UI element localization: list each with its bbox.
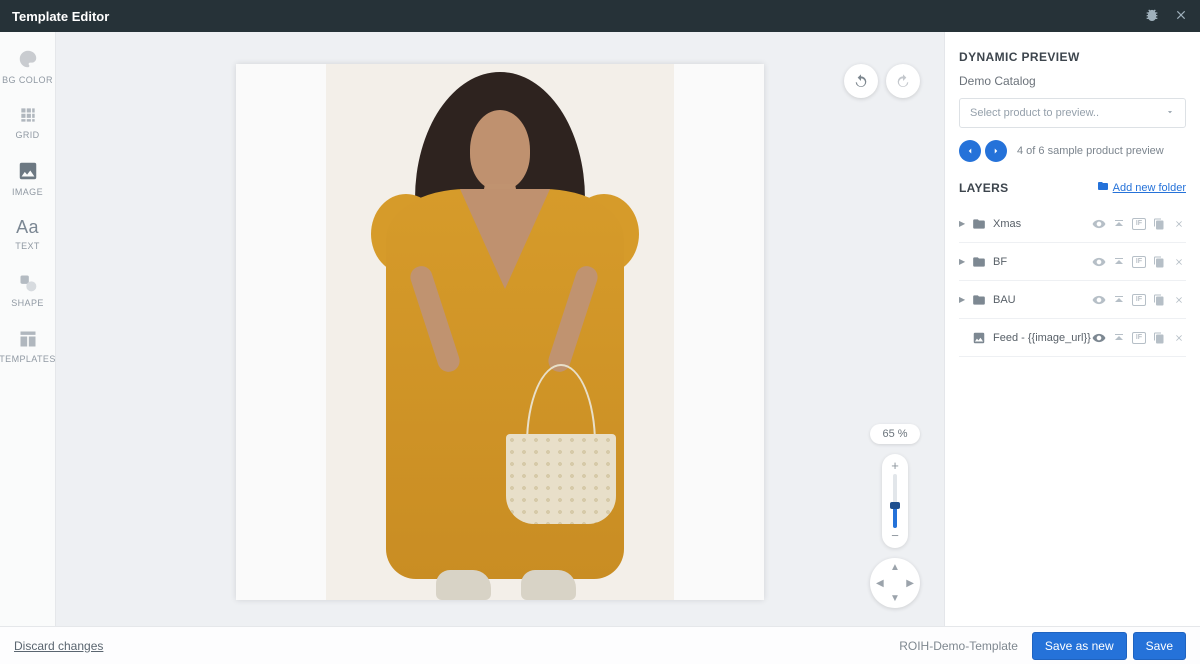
image-icon [17,160,39,184]
pan-up-icon[interactable]: ▲ [890,562,900,573]
duplicate-icon[interactable] [1152,331,1166,345]
palette-icon [17,48,39,72]
condition-badge[interactable]: IF [1132,218,1146,230]
tool-image-label: IMAGE [12,187,43,197]
tool-text-label: TEXT [15,241,40,251]
settings-icon[interactable] [1112,255,1126,269]
pan-down-icon[interactable]: ▼ [890,593,900,604]
settings-icon[interactable] [1112,217,1126,231]
tool-shape[interactable]: SHAPE [0,262,56,318]
image-icon [969,331,989,345]
grid-icon [18,105,38,127]
bug-icon[interactable] [1144,7,1160,26]
text-icon: Aa [16,217,39,238]
zoom-in-button[interactable]: + [891,458,899,474]
save-as-new-button[interactable]: Save as new [1032,632,1127,660]
chevron-down-icon [1165,107,1175,120]
topbar: Template Editor [0,0,1200,32]
undo-button[interactable] [844,64,878,98]
pan-right-icon[interactable]: ▶ [906,578,914,589]
template-name: ROIH-Demo-Template [899,639,1018,653]
layer-folder-xmas[interactable]: ▶ Xmas IF [959,205,1186,243]
pan-control[interactable]: ▲ ▼ ◀ ▶ [870,558,920,608]
visibility-toggle[interactable] [1092,255,1106,269]
condition-badge[interactable]: IF [1132,256,1146,268]
product-select[interactable]: Select product to preview.. [959,98,1186,128]
folder-icon [969,293,989,307]
canvas-area[interactable]: 65 % + − ▲ ▼ ◀ ▶ [56,32,944,626]
tool-shape-label: SHAPE [11,298,44,308]
dynamic-preview-heading: DYNAMIC PREVIEW [959,50,1186,64]
tool-bgcolor-label: BG COLOR [2,75,53,85]
caret-icon[interactable]: ▶ [959,257,969,266]
layer-name: BF [989,256,1092,268]
duplicate-icon[interactable] [1152,255,1166,269]
visibility-toggle[interactable] [1092,293,1106,307]
layers-heading: LAYERS [959,181,1008,195]
tool-text[interactable]: Aa TEXT [0,206,56,262]
tool-grid-label: GRID [15,130,39,140]
zoom-level: 65 % [870,424,919,444]
layer-name: BAU [989,294,1092,306]
tool-templates-label: TEMPLATES [0,354,56,364]
condition-badge[interactable]: IF [1132,294,1146,306]
add-folder-button[interactable]: Add new folder [1097,180,1186,195]
tool-grid[interactable]: GRID [0,94,56,150]
right-panel: DYNAMIC PREVIEW Demo Catalog Select prod… [944,32,1200,626]
layer-name: Feed - {{image_url}} [989,332,1092,344]
save-button[interactable]: Save [1133,632,1186,660]
settings-icon[interactable] [1112,293,1126,307]
caret-icon[interactable]: ▶ [959,295,969,304]
delete-icon[interactable] [1172,331,1186,345]
sample-counter: 4 of 6 sample product preview [1017,145,1164,157]
settings-icon[interactable] [1112,331,1126,345]
delete-icon[interactable] [1172,217,1186,231]
folder-icon [969,217,989,231]
layer-feed-image[interactable]: Feed - {{image_url}} IF [959,319,1186,357]
redo-button[interactable] [886,64,920,98]
layer-name: Xmas [989,218,1092,230]
folder-icon [969,255,989,269]
templates-icon [18,329,38,351]
zoom-slider[interactable]: + − [882,454,908,548]
template-page[interactable] [236,64,764,600]
footer: Discard changes ROIH-Demo-Template Save … [0,626,1200,664]
app-title: Template Editor [12,9,109,24]
pan-left-icon[interactable]: ◀ [876,578,884,589]
close-icon[interactable] [1174,8,1188,25]
tool-sidebar: BG COLOR GRID IMAGE Aa TEXT SHAPE [0,32,56,626]
feed-image[interactable] [326,64,674,600]
caret-icon[interactable]: ▶ [959,219,969,228]
tool-image[interactable]: IMAGE [0,150,56,206]
duplicate-icon[interactable] [1152,217,1166,231]
delete-icon[interactable] [1172,293,1186,307]
discard-button[interactable]: Discard changes [14,639,103,653]
tool-bgcolor[interactable]: BG COLOR [0,38,56,94]
add-folder-label: Add new folder [1113,182,1186,194]
visibility-toggle[interactable] [1092,217,1106,231]
tool-templates[interactable]: TEMPLATES [0,318,56,374]
layer-folder-bf[interactable]: ▶ BF IF [959,243,1186,281]
sample-prev-button[interactable] [959,140,981,162]
folder-plus-icon [1097,180,1109,195]
product-select-placeholder: Select product to preview.. [970,107,1099,119]
sample-next-button[interactable] [985,140,1007,162]
layer-folder-bau[interactable]: ▶ BAU IF [959,281,1186,319]
catalog-name: Demo Catalog [959,74,1186,88]
zoom-out-button[interactable]: − [891,528,899,544]
delete-icon[interactable] [1172,255,1186,269]
duplicate-icon[interactable] [1152,293,1166,307]
condition-badge[interactable]: IF [1132,332,1146,344]
shape-icon [18,273,38,295]
visibility-toggle[interactable] [1092,331,1106,345]
